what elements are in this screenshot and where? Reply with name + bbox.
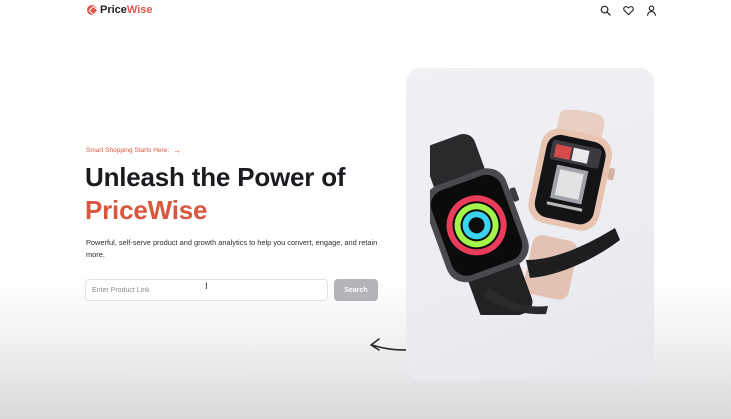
apple-watch-pair-image [430,110,620,315]
brand-name: PriceWise [100,4,153,16]
search-icon[interactable] [600,5,611,16]
headline-text: Unleash the Power of [85,162,346,192]
search-button[interactable]: Search [334,279,378,301]
logo-icon [87,5,97,15]
top-navbar: PriceWise [0,0,731,24]
headline-accent: PriceWise [85,195,208,225]
heart-icon[interactable] [623,5,634,16]
brand-logo[interactable]: PriceWise [87,4,153,16]
hero-headline: Unleash the Power of PriceWise [85,161,385,227]
hero-description: Powerful, self-serve product and growth … [86,238,378,259]
arrow-right-icon: → [173,146,182,155]
text-cursor-icon: I [205,282,208,292]
eyebrow-text: Smart Shopping Starts Here: [86,147,170,154]
hero-eyebrow: Smart Shopping Starts Here: → [86,146,181,155]
user-icon[interactable] [646,5,657,16]
nav-actions [600,5,657,16]
